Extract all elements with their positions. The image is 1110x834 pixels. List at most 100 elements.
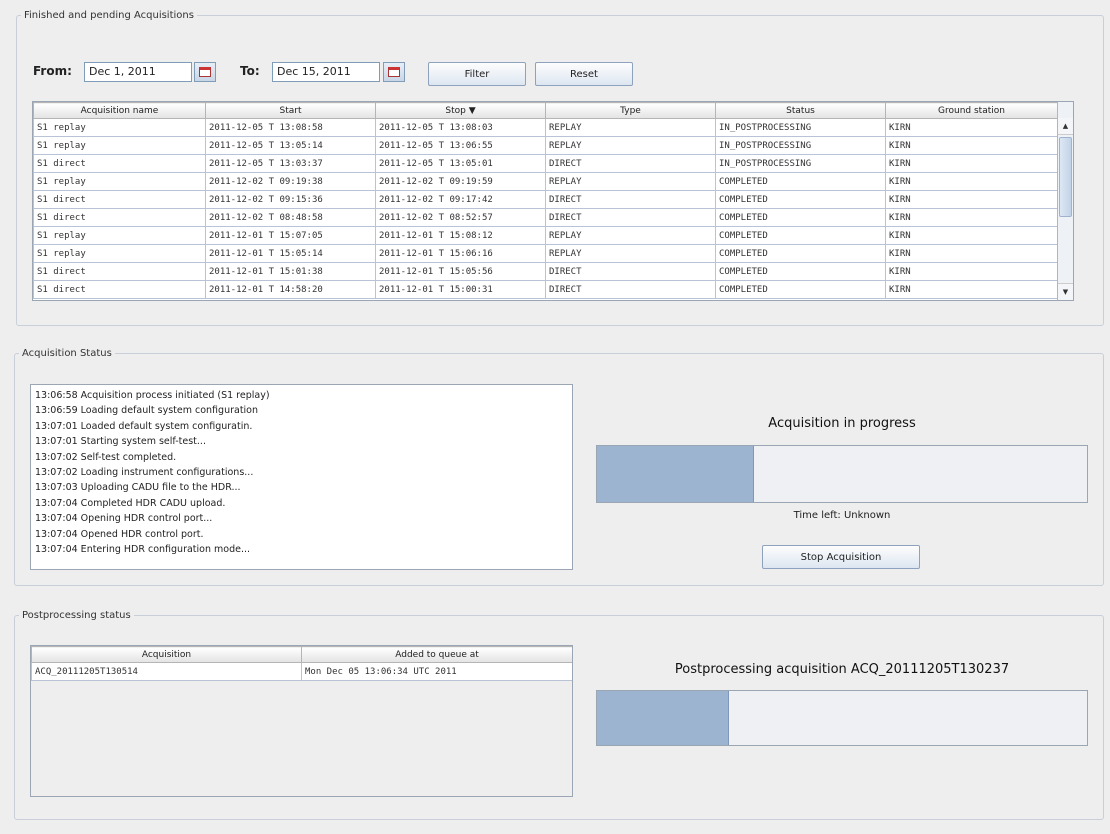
- cell-status: COMPLETED: [715, 244, 886, 263]
- table-row[interactable]: S1 direct 2011-12-05 T 13:03:37 2011-12-…: [33, 154, 1058, 173]
- acquisitions-table: Acquisition name Start Stop ▼ Type Statu…: [33, 102, 1058, 299]
- cell-acquisition-name: S1 replay: [33, 136, 206, 155]
- cell-status: COMPLETED: [715, 262, 886, 281]
- cell-type: DIRECT: [545, 208, 716, 227]
- acquisitions-table-container: Acquisition name Start Stop ▼ Type Statu…: [32, 101, 1074, 301]
- table-row[interactable]: S1 direct 2011-12-02 T 09:15:36 2011-12-…: [33, 190, 1058, 209]
- log-line: 13:07:02 Loading instrument configuratio…: [35, 467, 254, 479]
- scroll-down-icon[interactable]: ▼: [1058, 283, 1073, 300]
- acquisition-progress-fill: [597, 446, 754, 502]
- cell-acquisition-name: S1 direct: [33, 190, 206, 209]
- cell-status: IN_POSTPROCESSING: [715, 136, 886, 155]
- postprocessing-table-container: Acquisition Added to queue at ACQ_201112…: [30, 645, 573, 797]
- cell-start: 2011-12-02 T 09:19:38: [205, 172, 376, 191]
- to-calendar-button[interactable]: [383, 62, 405, 82]
- cell-acquisition-name: S1 direct: [33, 154, 206, 173]
- column-header-acquisition-name[interactable]: Acquisition name: [33, 102, 206, 119]
- column-header-stop[interactable]: Stop ▼: [375, 102, 546, 119]
- table-row[interactable]: S1 direct 2011-12-02 T 08:48:58 2011-12-…: [33, 208, 1058, 227]
- postprocessing-table: Acquisition Added to queue at ACQ_201112…: [31, 646, 572, 681]
- cell-acquisition-name: S1 direct: [33, 208, 206, 227]
- cell-added-to-queue: Mon Dec 05 13:06:34 UTC 2011: [301, 662, 572, 681]
- cell-status: COMPLETED: [715, 172, 886, 191]
- cell-ground-station: KIRN: [885, 190, 1058, 209]
- cell-type: DIRECT: [545, 262, 716, 281]
- table-row[interactable]: S1 replay 2011-12-05 T 13:05:14 2011-12-…: [33, 136, 1058, 155]
- cell-acquisition-name: S1 replay: [33, 172, 206, 191]
- cell-stop: 2011-12-05 T 13:08:03: [375, 118, 546, 137]
- stop-acquisition-button[interactable]: Stop Acquisition: [762, 545, 920, 569]
- column-header-ground-station[interactable]: Ground station: [885, 102, 1058, 119]
- cell-acquisition-name: S1 replay: [33, 226, 206, 245]
- filter-button[interactable]: Filter: [428, 62, 526, 86]
- table-row[interactable]: S1 direct 2011-12-01 T 14:58:20 2011-12-…: [33, 280, 1058, 299]
- cell-ground-station: KIRN: [885, 154, 1058, 173]
- cell-status: IN_POSTPROCESSING: [715, 118, 886, 137]
- scrollbar-thumb[interactable]: [1059, 137, 1072, 217]
- column-header-start[interactable]: Start: [205, 102, 376, 119]
- cell-acquisition: ACQ_20111205T130514: [31, 662, 302, 681]
- cell-type: DIRECT: [545, 280, 716, 299]
- cell-start: 2011-12-05 T 13:05:14: [205, 136, 376, 155]
- cell-start: 2011-12-01 T 15:07:05: [205, 226, 376, 245]
- cell-status: COMPLETED: [715, 208, 886, 227]
- table-row[interactable]: S1 replay 2011-12-05 T 13:08:58 2011-12-…: [33, 118, 1058, 137]
- log-line: 13:07:01 Starting system self-test...: [35, 436, 206, 448]
- log-line: 13:07:03 Uploading CADU file to the HDR.…: [35, 482, 241, 494]
- log-line: 13:07:04 Opening HDR control port...: [35, 513, 213, 525]
- column-header-added-to-queue[interactable]: Added to queue at: [301, 646, 572, 663]
- postprocessing-heading: Postprocessing acquisition ACQ_20111205T…: [674, 662, 1010, 677]
- cell-ground-station: KIRN: [885, 262, 1058, 281]
- from-calendar-button[interactable]: [194, 62, 216, 82]
- cell-stop: 2011-12-05 T 13:05:01: [375, 154, 546, 173]
- log-line: 13:06:58 Acquisition process initiated (…: [35, 390, 270, 401]
- postprocessing-table-header: Acquisition Added to queue at: [31, 646, 572, 663]
- cell-acquisition-name: S1 direct: [33, 280, 206, 299]
- cell-type: REPLAY: [545, 244, 716, 263]
- cell-type: DIRECT: [545, 154, 716, 173]
- cell-start: 2011-12-05 T 13:08:58: [205, 118, 376, 137]
- cell-stop: 2011-12-05 T 13:06:55: [375, 136, 546, 155]
- table-row[interactable]: S1 direct 2011-12-01 T 15:01:38 2011-12-…: [33, 262, 1058, 281]
- table-row[interactable]: S1 replay 2011-12-01 T 15:05:14 2011-12-…: [33, 244, 1058, 263]
- cell-type: REPLAY: [545, 226, 716, 245]
- calendar-icon: [388, 67, 400, 77]
- cell-ground-station: KIRN: [885, 226, 1058, 245]
- cell-status: COMPLETED: [715, 190, 886, 209]
- log-line: 13:07:04 Opened HDR control port.: [35, 528, 204, 540]
- cell-ground-station: KIRN: [885, 118, 1058, 137]
- cell-type: REPLAY: [545, 136, 716, 155]
- column-header-status[interactable]: Status: [715, 102, 886, 119]
- cell-stop: 2011-12-01 T 15:08:12: [375, 226, 546, 245]
- cell-acquisition-name: S1 direct: [33, 262, 206, 281]
- column-header-acquisition[interactable]: Acquisition: [31, 646, 302, 663]
- column-header-type[interactable]: Type: [545, 102, 716, 119]
- time-left-label: Time left: Unknown: [793, 510, 891, 521]
- cell-ground-station: KIRN: [885, 208, 1058, 227]
- reset-button[interactable]: Reset: [535, 62, 633, 86]
- table-row[interactable]: S1 replay 2011-12-01 T 15:07:05 2011-12-…: [33, 226, 1058, 245]
- table-scrollbar[interactable]: ▲ ▼: [1057, 102, 1073, 300]
- acquisitions-panel-title: Finished and pending Acquisitions: [24, 10, 194, 21]
- log-line: 13:07:04 Entering HDR configuration mode…: [35, 544, 251, 556]
- acquisitions-table-header: Acquisition name Start Stop ▼ Type Statu…: [33, 102, 1058, 119]
- from-date-field[interactable]: Dec 1, 2011: [84, 62, 192, 82]
- cell-stop: 2011-12-01 T 15:05:56: [375, 262, 546, 281]
- table-row[interactable]: ACQ_20111205T130514 Mon Dec 05 13:06:34 …: [31, 662, 572, 681]
- to-date-field[interactable]: Dec 15, 2011: [272, 62, 380, 82]
- acquisition-log[interactable]: 13:06:58 Acquisition process initiated (…: [30, 384, 573, 570]
- table-row[interactable]: S1 replay 2011-12-02 T 09:19:38 2011-12-…: [33, 172, 1058, 191]
- acquisition-progress-bar: [596, 445, 1088, 503]
- cell-stop: 2011-12-01 T 15:00:31: [375, 280, 546, 299]
- scroll-up-icon[interactable]: ▲: [1058, 118, 1073, 135]
- cell-acquisition-name: S1 replay: [33, 118, 206, 137]
- cell-acquisition-name: S1 replay: [33, 244, 206, 263]
- postprocessing-progress-bar: [596, 690, 1088, 746]
- log-line: 13:07:02 Self-test completed.: [35, 451, 177, 463]
- cell-stop: 2011-12-02 T 08:52:57: [375, 208, 546, 227]
- postprocessing-progress-fill: [597, 691, 730, 745]
- cell-ground-station: KIRN: [885, 172, 1058, 191]
- cell-status: COMPLETED: [715, 226, 886, 245]
- cell-start: 2011-12-05 T 13:03:37: [205, 154, 376, 173]
- from-label: From:: [33, 64, 72, 78]
